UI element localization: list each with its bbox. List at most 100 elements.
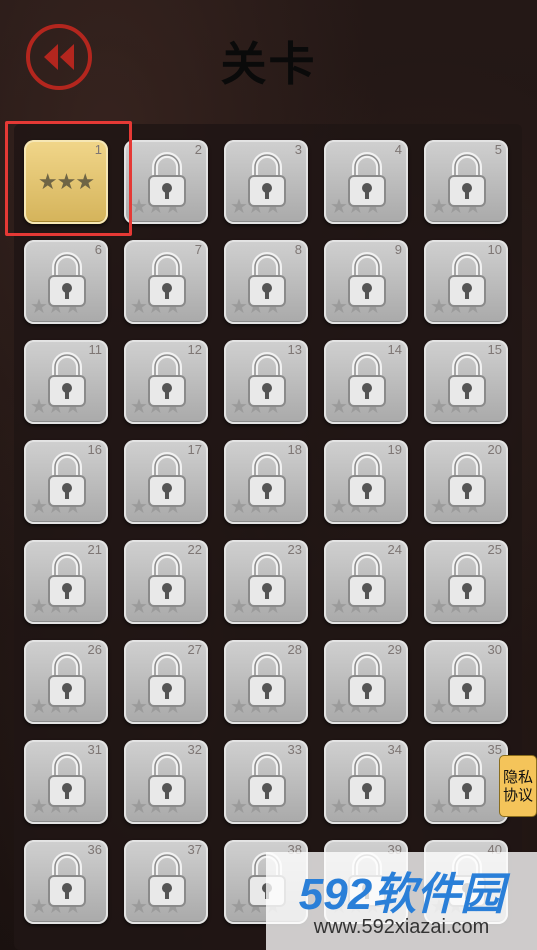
lock-icon — [147, 452, 187, 514]
level-tile-37[interactable]: 37★★★ — [124, 840, 208, 924]
level-number: 28 — [287, 642, 302, 657]
level-tile-12[interactable]: 12★★★ — [124, 340, 208, 424]
level-tile-25[interactable]: 25★★★ — [424, 540, 508, 624]
level-number: 27 — [187, 642, 202, 657]
lock-icon — [47, 752, 87, 814]
lock-icon — [347, 152, 387, 214]
level-number: 21 — [87, 542, 102, 557]
level-number: 7 — [194, 242, 202, 257]
selection-highlight — [5, 121, 132, 236]
level-tile-28[interactable]: 28★★★ — [224, 640, 308, 724]
level-number: 32 — [187, 742, 202, 757]
level-number: 17 — [187, 442, 202, 457]
lock-icon — [247, 552, 287, 614]
lock-icon — [247, 752, 287, 814]
level-tile-24[interactable]: 24★★★ — [324, 540, 408, 624]
level-tile-18[interactable]: 18★★★ — [224, 440, 308, 524]
lock-icon — [147, 852, 187, 914]
level-tile-10[interactable]: 10★★★ — [424, 240, 508, 324]
lock-icon — [447, 552, 487, 614]
level-tile-20[interactable]: 20★★★ — [424, 440, 508, 524]
lock-icon — [447, 152, 487, 214]
privacy-agreement-button[interactable]: 隐私 协议 — [499, 755, 537, 817]
level-tile-9[interactable]: 9★★★ — [324, 240, 408, 324]
lock-icon — [447, 252, 487, 314]
level-number: 37 — [187, 842, 202, 857]
level-number: 20 — [487, 442, 502, 457]
level-number: 22 — [187, 542, 202, 557]
level-tile-7[interactable]: 7★★★ — [124, 240, 208, 324]
level-tile-32[interactable]: 32★★★ — [124, 740, 208, 824]
level-tile-17[interactable]: 17★★★ — [124, 440, 208, 524]
level-tile-8[interactable]: 8★★★ — [224, 240, 308, 324]
watermark-logo: 592软件园 — [298, 870, 505, 919]
level-tile-29[interactable]: 29★★★ — [324, 640, 408, 724]
level-number: 16 — [87, 442, 102, 457]
lock-icon — [347, 552, 387, 614]
lock-icon — [247, 452, 287, 514]
level-tile-14[interactable]: 14★★★ — [324, 340, 408, 424]
lock-icon — [447, 752, 487, 814]
lock-icon — [147, 152, 187, 214]
privacy-label-line1: 隐私 — [502, 768, 533, 786]
level-tile-27[interactable]: 27★★★ — [124, 640, 208, 724]
level-tile-2[interactable]: 2★★★ — [124, 140, 208, 224]
lock-icon — [147, 752, 187, 814]
level-number: 13 — [287, 342, 302, 357]
level-number: 35 — [487, 742, 502, 757]
lock-icon — [147, 252, 187, 314]
level-number: 24 — [387, 542, 402, 557]
lock-icon — [147, 352, 187, 414]
lock-icon — [47, 552, 87, 614]
level-tile-19[interactable]: 19★★★ — [324, 440, 408, 524]
level-number: 5 — [494, 142, 502, 157]
lock-icon — [447, 452, 487, 514]
level-tile-16[interactable]: 16★★★ — [24, 440, 108, 524]
lock-icon — [247, 252, 287, 314]
level-tile-34[interactable]: 34★★★ — [324, 740, 408, 824]
lock-icon — [447, 652, 487, 714]
lock-icon — [347, 252, 387, 314]
lock-icon — [47, 852, 87, 914]
level-number: 6 — [94, 242, 102, 257]
level-tile-22[interactable]: 22★★★ — [124, 540, 208, 624]
lock-icon — [347, 752, 387, 814]
level-tile-6[interactable]: 6★★★ — [24, 240, 108, 324]
level-number: 11 — [88, 342, 103, 357]
level-number: 12 — [187, 342, 202, 357]
level-tile-21[interactable]: 21★★★ — [24, 540, 108, 624]
level-number: 31 — [87, 742, 102, 757]
level-number: 33 — [287, 742, 302, 757]
lock-icon — [247, 352, 287, 414]
level-tile-30[interactable]: 30★★★ — [424, 640, 508, 724]
lock-icon — [47, 652, 87, 714]
level-tile-11[interactable]: 11★★★ — [24, 340, 108, 424]
level-tile-31[interactable]: 31★★★ — [24, 740, 108, 824]
level-number: 9 — [394, 242, 402, 257]
level-tile-36[interactable]: 36★★★ — [24, 840, 108, 924]
level-tile-15[interactable]: 15★★★ — [424, 340, 508, 424]
level-number: 15 — [487, 342, 502, 357]
level-number: 10 — [487, 242, 502, 257]
lock-icon — [347, 352, 387, 414]
level-tile-3[interactable]: 3★★★ — [224, 140, 308, 224]
level-number: 23 — [287, 542, 302, 557]
level-tile-33[interactable]: 33★★★ — [224, 740, 308, 824]
watermark: 592软件园 www.592xiazai.com — [266, 852, 537, 950]
level-tile-23[interactable]: 23★★★ — [224, 540, 308, 624]
level-number: 26 — [87, 642, 102, 657]
level-tile-35[interactable]: 35★★★ — [424, 740, 508, 824]
level-tile-26[interactable]: 26★★★ — [24, 640, 108, 724]
level-number: 25 — [487, 542, 502, 557]
lock-icon — [47, 252, 87, 314]
level-number: 30 — [487, 642, 502, 657]
level-number: 36 — [87, 842, 102, 857]
lock-icon — [147, 552, 187, 614]
level-tile-4[interactable]: 4★★★ — [324, 140, 408, 224]
level-number: 8 — [294, 242, 302, 257]
level-number: 4 — [394, 142, 402, 157]
level-number: 19 — [387, 442, 402, 457]
level-tile-13[interactable]: 13★★★ — [224, 340, 308, 424]
level-number: 14 — [387, 342, 402, 357]
level-tile-5[interactable]: 5★★★ — [424, 140, 508, 224]
